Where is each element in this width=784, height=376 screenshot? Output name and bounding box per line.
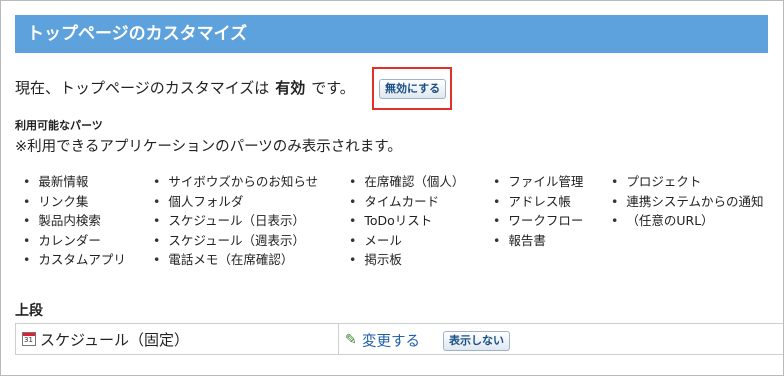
- list-item: タイムカード: [349, 192, 464, 212]
- parts-column-4: ファイル管理 アドレス帳 ワークフロー 報告書: [493, 172, 583, 250]
- calendar-icon: 31: [22, 332, 36, 346]
- list-item: 製品内検索: [23, 211, 126, 231]
- page-title: トップページのカスタマイズ: [15, 15, 768, 53]
- list-item: 報告書: [493, 231, 583, 251]
- list-item: ワークフロー: [493, 211, 583, 231]
- list-item: アドレス帳: [493, 192, 583, 212]
- list-item: 掲示板: [349, 250, 464, 270]
- status-prefix: 現在、トップページのカスタマイズは: [15, 79, 270, 97]
- list-item: 個人フォルダ: [153, 192, 318, 212]
- change-link[interactable]: 変更する: [362, 330, 420, 351]
- list-item: 電話メモ（在席確認）: [153, 250, 318, 270]
- list-item: ファイル管理: [493, 172, 583, 192]
- calendar-icon-day: 31: [24, 336, 33, 344]
- parts-column-1: 最新情報 リンク集 製品内検索 カレンダー カスタムアプリ: [23, 172, 126, 270]
- pencil-icon[interactable]: ✎: [345, 332, 357, 348]
- status-line: 現在、トップページのカスタマイズは 有効 です。: [15, 77, 355, 98]
- list-item: 最新情報: [23, 172, 126, 192]
- list-item: リンク集: [23, 192, 126, 212]
- upper-section-title: 上段: [15, 303, 43, 319]
- upper-parts-table: 31 スケジュール（固定） ✎ 変更する 表示しない: [15, 323, 783, 355]
- list-item: スケジュール（週表示）: [153, 231, 318, 251]
- list-item: ToDoリスト: [349, 211, 464, 231]
- list-item: プロジェクト: [611, 172, 764, 192]
- list-item: カスタムアプリ: [23, 250, 126, 270]
- list-item: メール: [349, 231, 464, 251]
- part-name: スケジュール（固定）: [40, 331, 189, 349]
- parts-column-5: プロジェクト 連携システムからの通知 （任意のURL）: [611, 172, 764, 231]
- status-value: 有効: [275, 79, 306, 97]
- available-parts-title: 利用可能なパーツ: [15, 119, 103, 132]
- list-item: （任意のURL）: [611, 211, 764, 231]
- parts-column-3: 在席確認（個人） タイムカード ToDoリスト メール 掲示板: [349, 172, 464, 270]
- status-suffix: です。: [311, 79, 355, 97]
- list-item: 在席確認（個人）: [349, 172, 464, 192]
- list-item: スケジュール（日表示）: [153, 211, 318, 231]
- customize-panel: トップページのカスタマイズ 現在、トップページのカスタマイズは 有効 です。 無効に…: [0, 0, 784, 376]
- list-item: カレンダー: [23, 231, 126, 251]
- part-cell: 31 スケジュール（固定）: [15, 324, 339, 354]
- list-item: 連携システムからの通知: [611, 192, 763, 212]
- available-parts-note: ※利用できるアプリケーションのパーツのみ表示されます。: [15, 139, 402, 155]
- disable-button[interactable]: 無効にする: [379, 79, 447, 99]
- hide-button[interactable]: 表示しない: [443, 331, 510, 351]
- list-item: サイボウズからのお知らせ: [153, 172, 318, 192]
- parts-column-2: サイボウズからのお知らせ 個人フォルダ スケジュール（日表示） スケジュール（週…: [153, 172, 318, 270]
